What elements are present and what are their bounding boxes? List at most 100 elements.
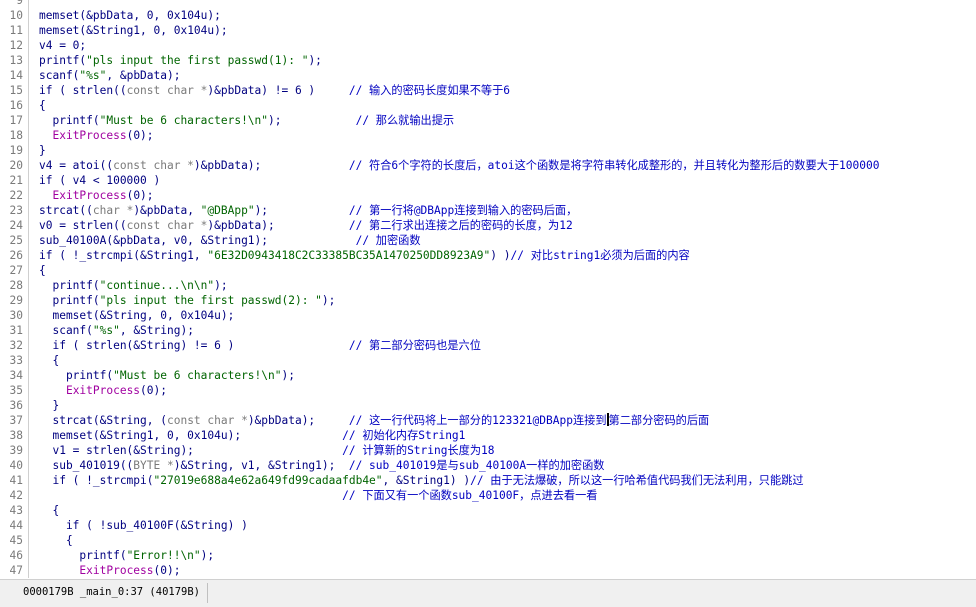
code-line[interactable]: 16 {: [0, 98, 976, 113]
code-string: "pls input the first passwd(1): ": [86, 54, 309, 67]
code-text[interactable]: scanf("%s", &pbData);: [39, 68, 180, 83]
code-line[interactable]: 29 printf("pls input the first passwd(2)…: [0, 293, 976, 308]
code-line[interactable]: 11 memset(&String1, 0, 0x104u);: [0, 23, 976, 38]
code-token: const char *: [126, 84, 208, 97]
code-line[interactable]: 15 if ( strlen((const char *)&pbData) != …: [0, 83, 976, 98]
code-text[interactable]: if ( !_strcmpi("27019e688a4e62a649fd99ca…: [39, 473, 803, 488]
code-line[interactable]: 31 scanf("%s", &String);: [0, 323, 976, 338]
code-line[interactable]: 26 if ( !_strcmpi(&String1, "6E32D0943418…: [0, 248, 976, 263]
code-text[interactable]: if ( strlen((const char *)&pbData) != 6 …: [39, 83, 510, 98]
code-text[interactable]: if ( strlen(&String) != 6 ) // 第二部分密码也是六…: [39, 338, 480, 353]
code-text[interactable]: }: [39, 143, 46, 158]
code-text[interactable]: sub_40100A(&pbData, v0, &String1); // 加密…: [39, 233, 421, 248]
code-text[interactable]: strcat((char *)&pbData, "@DBApp"); // 第一…: [39, 203, 577, 218]
code-text[interactable]: // 下面又有一个函数sub_40100F，点进去看一看: [39, 488, 597, 503]
code-line[interactable]: 40 sub_401019((BYTE *)&String, v1, &Stri…: [0, 458, 976, 473]
code-line[interactable]: 43 {: [0, 503, 976, 518]
code-token: ExitProcess: [52, 129, 127, 142]
code-line[interactable]: 36 }: [0, 398, 976, 413]
code-line[interactable]: 42 // 下面又有一个函数sub_40100F，点进去看一看: [0, 488, 976, 503]
code-text[interactable]: ExitProcess(0);: [39, 188, 153, 203]
code-line[interactable]: 32 if ( strlen(&String) != 6 ) // 第二部分密码…: [0, 338, 976, 353]
code-text[interactable]: {: [39, 503, 59, 518]
code-token: );: [268, 114, 356, 127]
code-line[interactable]: 30 memset(&String, 0, 0x104u);: [0, 308, 976, 323]
line-number: 35: [9, 384, 23, 397]
code-text[interactable]: memset(&pbData, 0, 0x104u);: [39, 8, 221, 23]
code-line[interactable]: 14 scanf("%s", &pbData);: [0, 68, 976, 83]
code-line[interactable]: 21 if ( v4 < 100000 ): [0, 173, 976, 188]
code-line[interactable]: 35 ExitProcess(0);: [0, 383, 976, 398]
code-text[interactable]: printf("pls input the first passwd(2): "…: [39, 293, 335, 308]
code-token: {: [39, 534, 73, 547]
code-text[interactable]: {: [39, 533, 73, 548]
code-line[interactable]: 19}: [0, 143, 976, 158]
code-line[interactable]: 25 sub_40100A(&pbData, v0, &String1); // …: [0, 233, 976, 248]
code-text[interactable]: v0 = strlen((const char *)&pbData); // 第…: [39, 218, 573, 233]
code-line[interactable]: 23 strcat((char *)&pbData, "@DBApp"); // …: [0, 203, 976, 218]
code-line[interactable]: 39 v1 = strlen(&String); // 计算新的String长度…: [0, 443, 976, 458]
code-line[interactable]: 17 printf("Must be 6 characters!\n"); //…: [0, 113, 976, 128]
code-line[interactable]: 38 memset(&String1, 0, 0x104u); // 初始化内存…: [0, 428, 976, 443]
code-line[interactable]: 12 v4 = 0;: [0, 38, 976, 53]
code-line[interactable]: 22 ExitProcess(0);: [0, 188, 976, 203]
code-text[interactable]: ExitProcess(0);: [39, 383, 167, 398]
code-text[interactable]: strcat(&String, (const char *)&pbData); …: [39, 413, 709, 428]
code-text[interactable]: printf("Must be 6 characters!\n");: [39, 368, 295, 383]
code-text[interactable]: v1 = strlen(&String); // 计算新的String长度为18: [39, 443, 494, 458]
code-token: printf(: [39, 279, 100, 292]
code-text[interactable]: printf("continue...\n\n");: [39, 278, 227, 293]
code-line[interactable]: 18 ExitProcess(0);: [0, 128, 976, 143]
code-text[interactable]: ExitProcess(0);: [39, 563, 180, 578]
code-token: )&pbData);: [193, 159, 349, 172]
code-text[interactable]: {: [39, 98, 46, 113]
code-text[interactable]: if ( !_strcmpi(&String1, "6E32D0943418C2…: [39, 248, 690, 263]
code-text[interactable]: printf("Error!!\n");: [39, 548, 214, 563]
code-line[interactable]: 20 v4 = atoi((const char *)&pbData); // 符…: [0, 158, 976, 173]
code-text[interactable]: printf("pls input the first passwd(1): "…: [39, 53, 322, 68]
code-text[interactable]: sub_401019((BYTE *)&String, v1, &String1…: [39, 458, 604, 473]
code-comment: // 这一行代码将上一部分的123321@DBApp连接到: [348, 414, 607, 427]
pseudocode-editor[interactable]: 9 10 memset(&pbData, 0, 0x104u); 11 memset(&…: [0, 0, 976, 578]
code-token: if ( strlen(&String) != 6 ): [39, 339, 349, 352]
line-number: 15: [9, 84, 23, 97]
code-line[interactable]: 28 printf("continue...\n\n");: [0, 278, 976, 293]
code-token: ExitProcess: [52, 189, 127, 202]
line-number: 16: [9, 99, 23, 112]
code-token: );: [281, 369, 295, 382]
code-token: sub_40100A(&pbData, v0, &String1);: [39, 234, 356, 247]
code-line[interactable]: 45 {: [0, 533, 976, 548]
code-text[interactable]: {: [39, 263, 46, 278]
code-text[interactable]: scanf("%s", &String);: [39, 323, 193, 338]
code-text[interactable]: {: [39, 353, 59, 368]
code-line[interactable]: 44 if ( !sub_40100F(&String) ): [0, 518, 976, 533]
code-line[interactable]: 9: [0, 0, 976, 8]
code-text[interactable]: memset(&String1, 0, 0x104u);: [39, 23, 228, 38]
code-line[interactable]: 27 {: [0, 263, 976, 278]
code-line[interactable]: 13 printf("pls input the first passwd(1):…: [0, 53, 976, 68]
line-number: 46: [9, 549, 23, 562]
code-comment: 第二部分密码的后面: [608, 414, 710, 427]
code-line[interactable]: 33 {: [0, 353, 976, 368]
code-text[interactable]: v4 = atoi((const char *)&pbData); // 符合6…: [39, 158, 879, 173]
code-text[interactable]: if ( !sub_40100F(&String) ): [39, 518, 248, 533]
line-number: 27: [9, 264, 23, 277]
code-line[interactable]: 10 memset(&pbData, 0, 0x104u);: [0, 8, 976, 23]
code-text[interactable]: }: [39, 398, 59, 413]
code-token: if ( !sub_40100F(&String) ): [39, 519, 248, 532]
code-text[interactable]: memset(&String1, 0, 0x104u); // 初始化内存Str…: [39, 428, 465, 443]
code-line[interactable]: 47 ExitProcess(0);: [0, 563, 976, 578]
code-text[interactable]: memset(&String, 0, 0x104u);: [39, 308, 234, 323]
code-text[interactable]: v4 = 0;: [39, 38, 86, 53]
code-text[interactable]: ExitProcess(0);: [39, 128, 153, 143]
line-number: 28: [9, 279, 23, 292]
code-line[interactable]: 24 v0 = strlen((const char *)&pbData); //…: [0, 218, 976, 233]
code-line[interactable]: 46 printf("Error!!\n");: [0, 548, 976, 563]
line-number: 14: [9, 69, 23, 82]
code-line[interactable]: 41 if ( !_strcmpi("27019e688a4e62a649fd9…: [0, 473, 976, 488]
code-line[interactable]: 34 printf("Must be 6 characters!\n");: [0, 368, 976, 383]
code-text[interactable]: if ( v4 < 100000 ): [39, 173, 160, 188]
code-line[interactable]: 37 strcat(&String, (const char *)&pbData…: [0, 413, 976, 428]
code-text[interactable]: printf("Must be 6 characters!\n"); // 那么…: [39, 113, 454, 128]
